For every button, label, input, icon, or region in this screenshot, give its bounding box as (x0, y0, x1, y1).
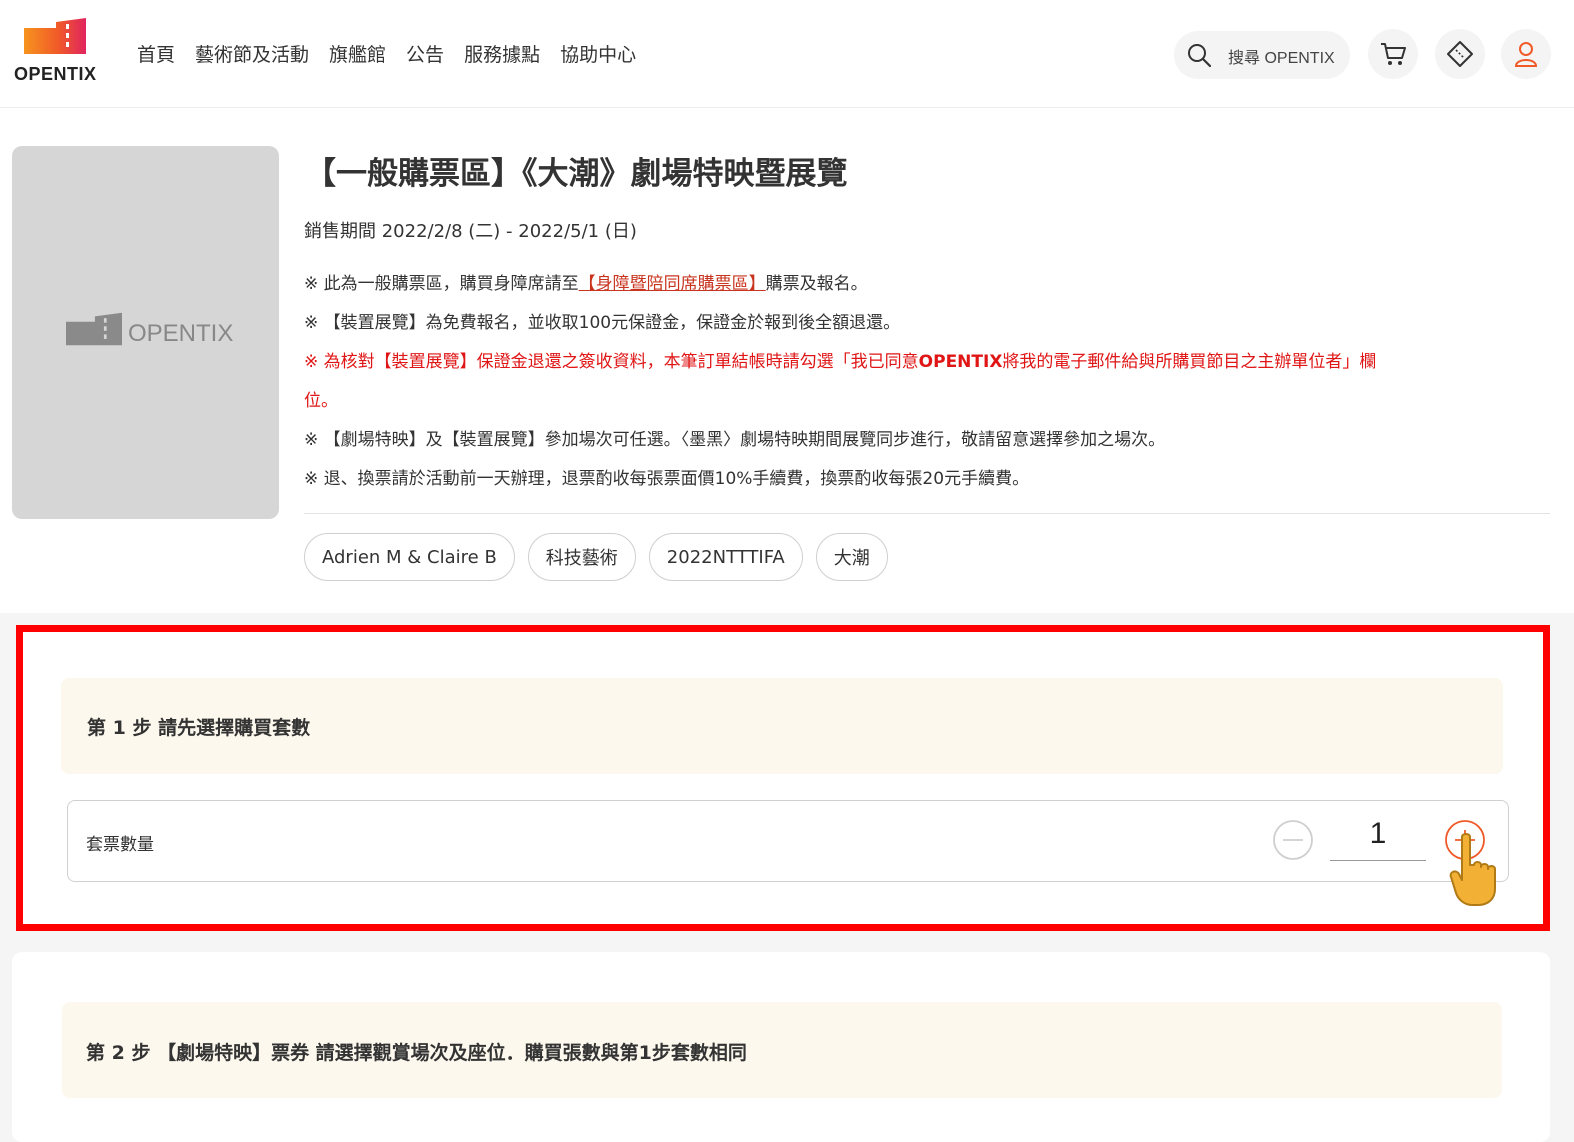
logo-text: OPENTIX (14, 64, 97, 84)
nav-item-home[interactable]: 首頁 (137, 40, 175, 67)
nav-item-service-points[interactable]: 服務據點 (464, 40, 540, 67)
tag-item[interactable]: 科技藝術 (527, 533, 636, 581)
note-exhibition-deposit: ※ 【裝置展覽】為免費報名，並收取100元保證金，保證金於報到後全額退還。 (304, 313, 901, 333)
tag-item[interactable]: 2022NTTTIFA (648, 533, 803, 581)
note-email-consent-cont: 位。 (304, 391, 338, 411)
user-icon (1514, 42, 1538, 67)
note-accessible-seats: ※ 此為一般購票區，購買身障席請至【身障暨陪同席購票區】購票及報名。 (304, 269, 868, 294)
sales-period: 銷售期間 2022/2/8 (二) - 2022/5/1 (日) (304, 221, 637, 242)
quantity-value[interactable]: 1 (1330, 817, 1426, 861)
main-nav: 首頁 藝術節及活動 旗艦館 公告 服務據點 協助中心 (137, 40, 636, 67)
tag-item[interactable]: 大潮 (815, 533, 888, 581)
note-text: ※ 為核對【裝置展覽】保證金退還之簽收資料，本筆訂單結帳時請勾選「我已同意 (304, 352, 919, 372)
accessible-seats-link[interactable]: 【身障暨陪同席購票區】 (579, 274, 766, 294)
nav-item-announcements[interactable]: 公告 (406, 40, 444, 67)
nav-item-flagship[interactable]: 旗艦館 (329, 40, 386, 67)
search-input[interactable]: 搜尋 OPENTIX (1174, 31, 1350, 79)
note-text: 將我的電子郵件給與所購買節目之主辦單位者」欄 (1002, 352, 1377, 372)
step1-header: 第 1 步 請先選擇購買套數 (61, 678, 1503, 774)
poster-logo-text: OPENTIX (128, 320, 234, 347)
note-session-choice: ※ 【劇場特映】及【裝置展覽】參加場次可任選。〈墨黑〉劇場特映期間展覽同步進行，… (304, 430, 1166, 450)
tag-list: Adrien M & Claire B 科技藝術 2022NTTTIFA 大潮 (304, 533, 888, 581)
search-icon (1188, 44, 1212, 68)
note-text: ※ 此為一般購票區，購買身障席請至 (304, 274, 579, 294)
step2-title: 第 2 步 【劇場特映】票券 請選擇觀賞場次及座位．購買張數與第1步套數相同 (86, 1042, 747, 1064)
event-poster: OPENTIX (12, 146, 279, 519)
note-refund-policy: ※ 退、換票請於活動前一天辦理，退票酌收每張票面價10%手續費，換票酌收每張20… (304, 469, 1030, 489)
tag-item[interactable]: Adrien M & Claire B (304, 533, 515, 581)
quantity-label: 套票數量 (86, 835, 154, 855)
step1-panel: 第 1 步 請先選擇購買套數 套票數量 1 (16, 625, 1550, 931)
decrease-quantity-button[interactable] (1272, 819, 1314, 861)
tickets-button[interactable] (1435, 29, 1485, 79)
account-button[interactable] (1501, 29, 1551, 79)
pointer-hand-icon (1449, 833, 1496, 906)
note-email-consent: ※ 為核對【裝置展覽】保證金退還之簽收資料，本筆訂單結帳時請勾選「我已同意OPE… (304, 347, 1376, 372)
event-title: 【一般購票區】《大潮》劇場特映暨展覽 (305, 156, 848, 192)
package-quantity-row: 套票數量 1 (67, 800, 1509, 906)
ticket-icon (1447, 41, 1473, 67)
step1-title: 第 1 步 請先選擇購買套數 (87, 717, 311, 739)
top-header: OPENTIX 首頁 藝術節及活動 旗艦館 公告 服務據點 協助中心 搜尋 OP… (0, 0, 1574, 108)
nav-item-festivals[interactable]: 藝術節及活動 (195, 40, 309, 67)
opentix-logo-icon (24, 18, 86, 54)
note-text: 購票及報名。 (765, 274, 868, 294)
opentix-logo[interactable]: OPENTIX (14, 18, 98, 88)
poster-logo-icon (66, 312, 122, 346)
nav-item-help-center[interactable]: 協助中心 (560, 40, 636, 67)
step2-header: 第 2 步 【劇場特映】票券 請選擇觀賞場次及座位．購買張數與第1步套數相同 (62, 1002, 1502, 1098)
divider (304, 513, 1550, 514)
step2-panel: 第 2 步 【劇場特映】票券 請選擇觀賞場次及座位．購買張數與第1步套數相同 (12, 952, 1550, 1142)
cart-icon (1381, 43, 1406, 65)
cart-button[interactable] (1368, 29, 1418, 79)
search-placeholder: 搜尋 OPENTIX (1228, 50, 1335, 67)
note-text-bold: OPENTIX (918, 352, 1003, 372)
